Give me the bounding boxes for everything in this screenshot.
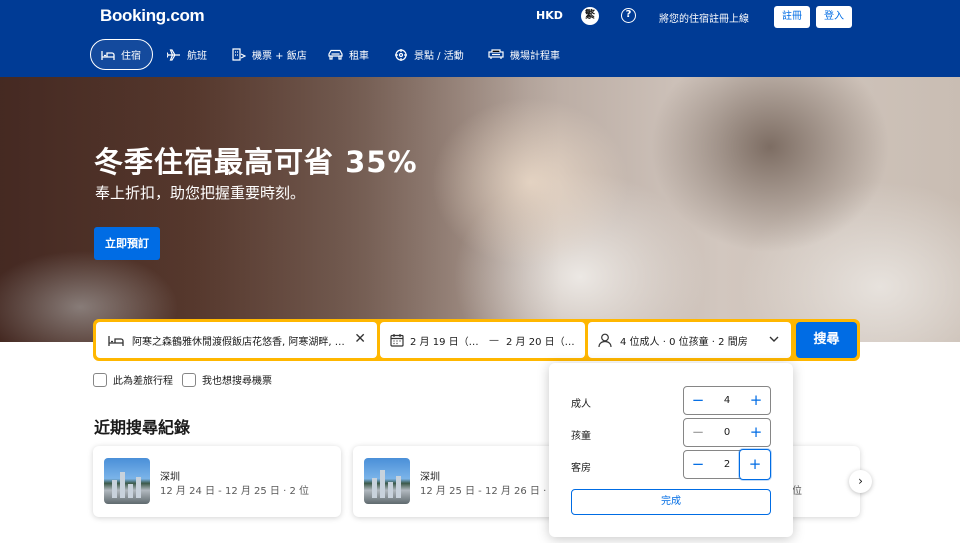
children-count: 0: [723, 427, 731, 438]
list-property-link[interactable]: 將您的住宿註冊上線: [659, 10, 749, 25]
rooms-decrease-button[interactable]: −: [684, 451, 712, 478]
search-bar: 阿寒之森鶴雅休閒渡假飯店花悠香, 阿寒湖畔, 北海道, 日本 ✕ 2 月 19 …: [93, 319, 860, 361]
booking-logo[interactable]: Booking.com: [100, 6, 205, 26]
checkbox-label: 我也想搜尋機票: [202, 376, 272, 387]
nav-tab-flights[interactable]: 航班: [167, 39, 207, 70]
children-label: 孩童: [571, 431, 591, 442]
date-range-field[interactable]: 2 月 19 日（一） — 2 月 20 日（二）: [380, 322, 585, 358]
guests-popup: 成人 − 4 + 孩童 − 0 + 客房 − 2 + 完成: [549, 363, 793, 537]
card-dates: 12 月 25 日 - 12 月 26 日 · 2 位: [420, 486, 570, 497]
nav-tab-airport-taxi[interactable]: 機場計程車: [488, 39, 560, 70]
clear-destination-icon[interactable]: ✕: [354, 332, 366, 346]
card-city: 深圳: [420, 472, 440, 483]
rooms-stepper: − 2 +: [683, 449, 771, 480]
plane-icon: [167, 48, 180, 61]
car-icon: [328, 49, 343, 60]
nav-tab-label: 住宿: [121, 51, 141, 62]
checkbox-box[interactable]: [93, 372, 107, 387]
rooms-label: 客房: [571, 463, 591, 474]
currency-selector[interactable]: HKD: [536, 9, 563, 22]
adults-label: 成人: [571, 399, 591, 410]
carousel-next-button[interactable]: ›: [849, 470, 872, 493]
hero-subtitle: 奉上折扣，助您把握重要時刻。: [95, 184, 306, 202]
rooms-increase-button[interactable]: +: [739, 449, 771, 480]
children-stepper: − 0 +: [683, 418, 771, 447]
nav-tab-stays[interactable]: 住宿: [90, 39, 153, 70]
card-dates: 12 月 24 日 - 12 月 25 日 · 2 位: [160, 486, 310, 497]
adults-increase-button[interactable]: +: [742, 387, 770, 414]
rooms-count: 2: [723, 459, 731, 470]
recent-search-card[interactable]: 深圳 12 月 24 日 - 12 月 25 日 · 2 位: [93, 446, 341, 517]
bed-icon: [108, 335, 124, 346]
adults-decrease-button[interactable]: −: [684, 387, 712, 414]
nav-tab-attractions[interactable]: 景點 / 活動: [394, 39, 464, 70]
hero-photo-overlay: [0, 77, 560, 342]
register-button[interactable]: 註冊: [774, 6, 810, 28]
nav-tab-flight-hotel[interactable]: 機票 + 飯店: [232, 39, 307, 70]
flight-hotel-icon: [232, 48, 246, 61]
check-out-date: 2 月 20 日（二）: [506, 336, 578, 348]
attractions-icon: [395, 48, 407, 61]
add-flights-checkbox[interactable]: 我也想搜尋機票: [182, 372, 272, 387]
adults-stepper: − 4 +: [683, 386, 771, 415]
destination-field[interactable]: 阿寒之森鶴雅休閒渡假飯店花悠香, 阿寒湖畔, 北海道, 日本 ✕: [96, 322, 377, 358]
done-button[interactable]: 完成: [571, 489, 771, 515]
guests-summary: 4 位成人 · 0 位孩童 · 2 間房: [620, 336, 748, 348]
business-trip-checkbox[interactable]: 此為差旅行程: [93, 372, 173, 387]
guests-field[interactable]: 4 位成人 · 0 位孩童 · 2 間房: [588, 322, 791, 358]
login-button[interactable]: 登入: [816, 6, 852, 28]
hero-banner: 冬季住宿最高可省 35% 奉上折扣，助您把握重要時刻。 立即預訂: [0, 77, 960, 342]
chevron-down-icon: [769, 336, 779, 342]
language-selector[interactable]: 繁: [581, 7, 599, 25]
bed-icon: [101, 50, 115, 60]
taxi-icon: [488, 49, 504, 59]
card-city: 深圳: [160, 472, 180, 483]
date-separator: —: [489, 334, 499, 346]
destination-value: 阿寒之森鶴雅休閒渡假飯店花悠香, 阿寒湖畔, 北海道, 日本: [132, 336, 352, 348]
adults-count: 4: [723, 395, 731, 406]
recent-searches-title: 近期搜尋紀錄: [94, 418, 191, 437]
children-decrease-button[interactable]: −: [684, 419, 712, 446]
help-icon[interactable]: ?: [621, 8, 636, 23]
nav-tab-label: 機票 + 飯店: [252, 51, 307, 62]
search-button[interactable]: 搜尋: [796, 322, 857, 358]
top-header: Booking.com HKD 繁 ? 將您的住宿註冊上線 註冊 登入 住宿 航…: [0, 0, 960, 77]
nav-tab-label: 租車: [349, 51, 369, 62]
calendar-icon: [390, 334, 404, 347]
checkbox-box[interactable]: [182, 372, 196, 387]
check-in-date: 2 月 19 日（一）: [410, 336, 482, 348]
nav-tab-label: 航班: [187, 51, 207, 62]
card-dates: 位: [792, 486, 802, 497]
book-now-button[interactable]: 立即預訂: [94, 227, 160, 260]
children-increase-button[interactable]: +: [742, 419, 770, 446]
checkbox-label: 此為差旅行程: [113, 376, 173, 387]
nav-tab-label: 景點 / 活動: [414, 51, 464, 62]
hero-title: 冬季住宿最高可省 35%: [94, 145, 418, 179]
city-thumbnail: [364, 458, 410, 504]
person-icon: [598, 333, 612, 347]
nav-tab-label: 機場計程車: [510, 51, 560, 62]
nav-tab-car-rental[interactable]: 租車: [328, 39, 369, 70]
city-thumbnail: [104, 458, 150, 504]
